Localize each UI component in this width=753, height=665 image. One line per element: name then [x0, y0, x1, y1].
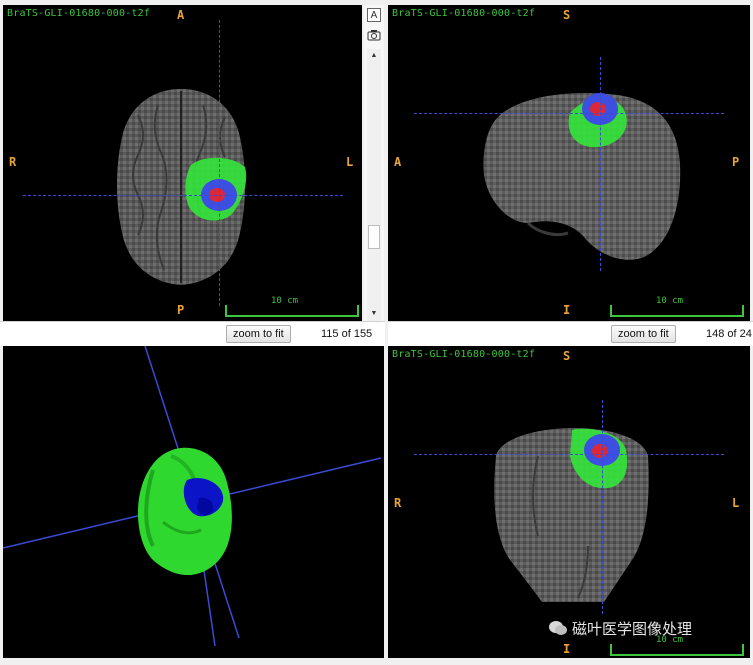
sagittal-view-title: BraTS-GLI-01680-000-t2f: [392, 8, 536, 19]
coronal-orient-bottom: I: [563, 642, 571, 656]
axial-scale-bar: [225, 305, 359, 317]
axial-orient-top: A: [177, 8, 185, 22]
sagittal-brain-image: [483, 93, 681, 260]
scroll-down-icon[interactable]: ▼: [367, 307, 381, 321]
sagittal-slice-count: 148 of 24: [706, 328, 752, 340]
sagittal-zoom-to-fit-button[interactable]: zoom to fit: [611, 325, 676, 343]
axial-viewport[interactable]: BraTS-GLI-01680-000-t2f A P R L 10 cm: [3, 5, 362, 321]
annotate-button[interactable]: A: [367, 8, 381, 22]
axial-view-title: BraTS-GLI-01680-000-t2f: [7, 8, 151, 19]
3d-render-viewport[interactable]: [3, 346, 384, 658]
sagittal-scale-label: 10 cm: [656, 296, 684, 306]
sagittal-crosshair-horizontal[interactable]: [414, 113, 724, 114]
sagittal-crosshair-vertical[interactable]: [600, 57, 601, 271]
sagittal-scale-bar: [610, 305, 744, 317]
watermark-text: 磁叶医学图像处理: [572, 619, 693, 638]
3d-tumor-render: [3, 346, 382, 647]
axial-orient-left: R: [9, 155, 17, 169]
coronal-view-title: BraTS-GLI-01680-000-t2f: [392, 349, 536, 360]
axial-crosshair-vertical[interactable]: [219, 20, 220, 306]
coronal-orient-top: S: [563, 349, 571, 363]
axial-scale-label: 10 cm: [271, 296, 299, 306]
slice-scrollbar[interactable]: ▲ ▼: [367, 49, 381, 321]
axial-brain-image: [117, 89, 247, 285]
sagittal-orient-right: P: [732, 155, 740, 169]
camera-icon[interactable]: [367, 28, 381, 42]
sagittal-status-bar: zoom to fit 148 of 24: [388, 321, 753, 346]
coronal-orient-left: R: [394, 496, 402, 510]
sagittal-orient-bottom: I: [563, 303, 571, 317]
axial-crosshair-horizontal[interactable]: [23, 195, 343, 196]
sagittal-orient-top: S: [563, 8, 571, 22]
sagittal-viewport[interactable]: BraTS-GLI-01680-000-t2f S I A P 10 cm: [388, 5, 750, 321]
coronal-crosshair-vertical[interactable]: [602, 400, 603, 614]
watermark: 磁叶医学图像处理: [548, 618, 692, 638]
axial-orient-bottom: P: [177, 303, 185, 317]
scrollbar-thumb[interactable]: [368, 225, 380, 249]
axial-zoom-to-fit-button[interactable]: zoom to fit: [226, 325, 291, 343]
sagittal-orient-left: A: [394, 155, 402, 169]
coronal-scale-bar: [610, 644, 744, 656]
axial-status-bar: zoom to fit 115 of 155: [0, 321, 385, 346]
wechat-logo-icon: [548, 620, 568, 636]
scroll-up-icon[interactable]: ▲: [367, 49, 381, 63]
coronal-viewport[interactable]: BraTS-GLI-01680-000-t2f S I R L 10 cm 磁叶…: [388, 346, 750, 658]
axial-slice-count: 115 of 155: [321, 328, 373, 340]
coronal-crosshair-horizontal[interactable]: [414, 454, 724, 455]
coronal-brain-image: [494, 428, 649, 602]
axial-orient-right: L: [346, 155, 354, 169]
viewer-sidebar: A ▲ ▼: [364, 5, 384, 321]
coronal-orient-right: L: [732, 496, 740, 510]
